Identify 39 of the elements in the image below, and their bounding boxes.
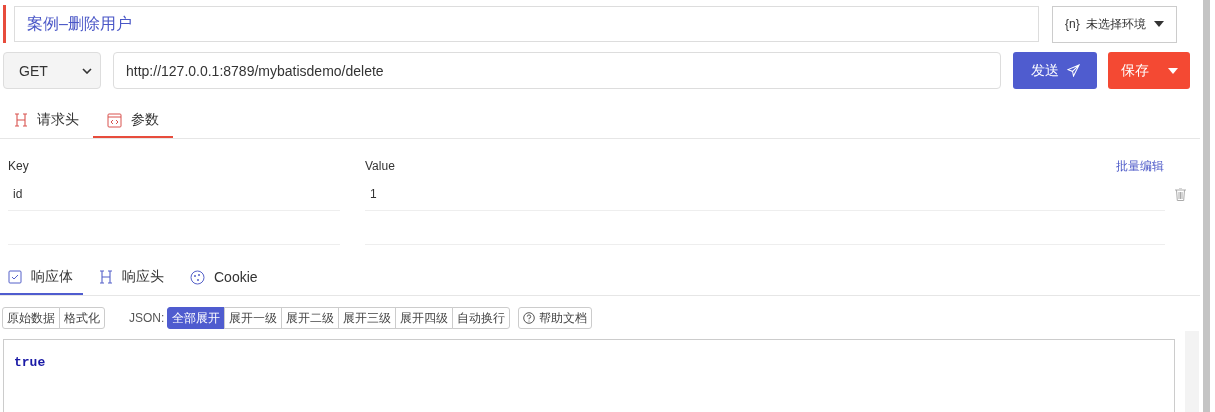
cookie-icon [190,269,205,285]
checkbox-icon [8,270,22,284]
response-tab[interactable]: 响应体 [0,261,83,295]
caret-icon [1168,67,1178,74]
code-window-icon [107,112,122,128]
response-value: true [14,355,46,370]
heading-icon [99,270,113,284]
json-option-button[interactable]: 自动换行 [452,307,511,329]
url-field[interactable]: http://127.0.0.1:8789/mybatisdemo/delete [113,52,1001,89]
accent-bar [3,5,6,43]
caret-icon [1154,21,1164,27]
json-option-button[interactable]: 展开三级 [338,307,397,329]
json-option-button[interactable]: 展开一级 [224,307,283,329]
help-icon [523,312,536,324]
response-tab[interactable]: 响应头 [91,261,174,295]
method-select[interactable]: GET [3,52,101,89]
trash-icon[interactable] [1175,187,1186,201]
json-option-button[interactable]: 展开二级 [281,307,340,329]
request-tab[interactable]: 请求头 [0,104,93,138]
response-tab[interactable]: Cookie [182,261,268,295]
key-header: Key [8,159,30,173]
key-field[interactable]: id [8,177,340,211]
chevron-icon [82,67,92,74]
value-header: Value [365,159,396,173]
request-tab[interactable]: 参数 [93,104,173,138]
title-field[interactable]: 案例–删除用户 [14,6,1039,42]
paper-plane-icon [1066,64,1080,77]
json-option-button[interactable]: 全部展开 [167,307,226,329]
heading-icon [14,113,28,127]
environment-dropdown[interactable]: {n} 未选择环境 [1052,5,1177,43]
bulk-edit-link[interactable]: 批量编辑 [1116,157,1164,175]
json-option-button[interactable]: 展开四级 [395,307,454,329]
view-mode-button[interactable]: 格式化 [59,307,105,329]
view-mode-button[interactable]: 原始数据 [2,307,60,329]
help-button[interactable]: 帮助文档 [518,307,593,329]
save-button[interactable]: 保存 [1108,52,1190,89]
send-button[interactable]: 发送 [1013,52,1097,89]
json-label: JSON: [129,311,165,325]
value-field[interactable]: 1 [365,177,1165,211]
